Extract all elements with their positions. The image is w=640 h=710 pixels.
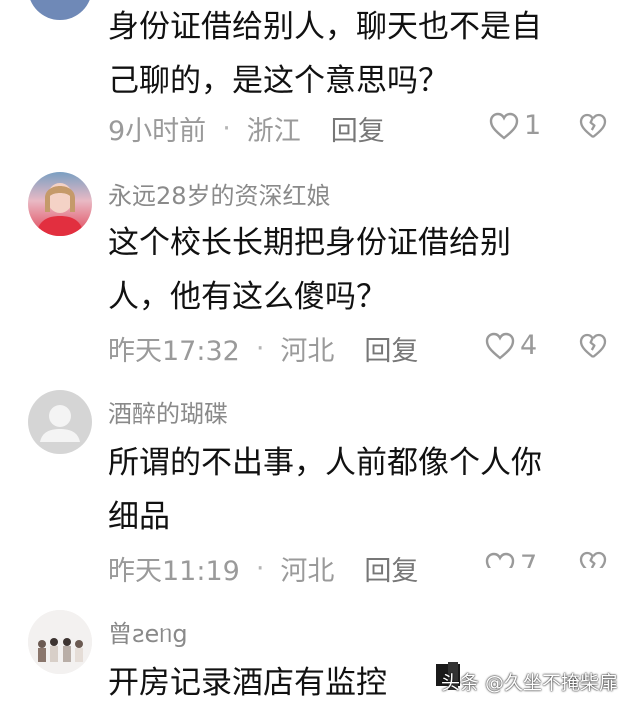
dislike-button[interactable] (578, 332, 608, 360)
comment-time: 昨天17:32 (108, 335, 240, 367)
comment-text: 身份证借给别人，聊天也不是自 己聊的，是这个意思吗？ (108, 9, 542, 99)
separator-dot: · (255, 552, 265, 584)
avatar[interactable] (28, 172, 92, 236)
comment-meta: 昨天17:32 · 河北 回复 (108, 328, 628, 368)
broken-heart-icon (579, 333, 607, 358)
watermark: 头条 @久坐不掩柴扉 (440, 672, 618, 694)
avatar[interactable] (28, 390, 92, 454)
comment-time: 9小时前 (108, 115, 207, 147)
like-count: 7 (520, 550, 538, 568)
user-photo-icon (36, 183, 84, 236)
comment-time: 昨天11:19 (108, 555, 240, 587)
like-button[interactable]: 1 (488, 110, 541, 141)
like-button[interactable]: 4 (484, 330, 537, 361)
broken-heart-icon (579, 113, 607, 138)
reply-button[interactable]: 回复 (331, 109, 385, 148)
heart-outline-icon (489, 112, 519, 140)
avatar[interactable] (28, 0, 92, 20)
like-count: 1 (524, 110, 542, 141)
user-photo-icon (28, 610, 92, 674)
comment-location: 河北 (280, 335, 335, 367)
comment-location: 浙江 (246, 115, 301, 147)
comment-text: 这个校长长期把身份证借给别 人，他有这么傻吗？ (108, 225, 511, 315)
dislike-button[interactable] (578, 112, 608, 140)
heart-outline-icon (485, 332, 515, 360)
reply-button[interactable]: 回复 (364, 549, 418, 588)
heart-outline-icon (485, 552, 515, 568)
avatar[interactable] (28, 610, 92, 674)
like-count: 4 (520, 330, 538, 361)
comment-username[interactable]: 曾ƨeᥒg (108, 614, 188, 649)
like-button[interactable]: 7 (484, 550, 537, 568)
like-dislike-clip: 7 (480, 548, 640, 568)
reply-button[interactable]: 回复 (364, 329, 418, 368)
separator-dot: · (255, 332, 265, 364)
dislike-button[interactable] (578, 550, 608, 568)
comment-username[interactable]: 酒醉的瑚碟 (108, 394, 228, 429)
default-avatar-icon (40, 405, 80, 442)
broken-heart-icon (579, 551, 607, 568)
separator-dot: · (222, 112, 231, 144)
comment-meta: 9小时前 · 浙江 回复 (108, 108, 628, 148)
comment-text: 所谓的不出事，人前都像个人你 细品 (108, 445, 542, 535)
comment-location: 河北 (280, 555, 335, 587)
comment-username[interactable]: 永远28岁的资深红娘 (108, 176, 331, 211)
